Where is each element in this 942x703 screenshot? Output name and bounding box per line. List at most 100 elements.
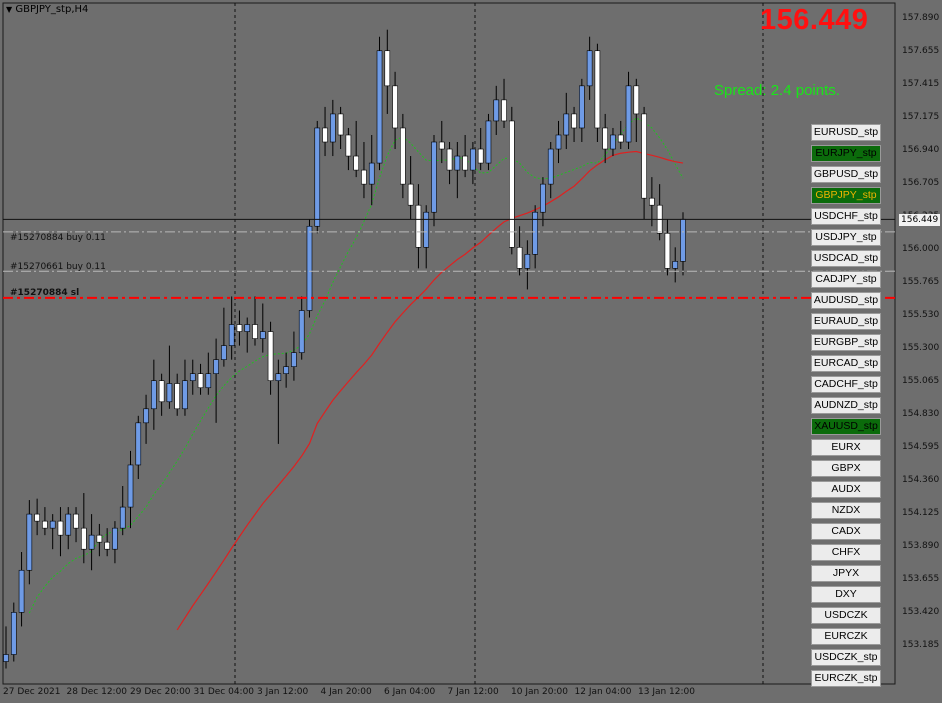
- symbol-button[interactable]: EURX: [811, 439, 881, 456]
- candle: [446, 142, 453, 185]
- candle: [174, 373, 180, 416]
- bull-candle-body: [579, 85, 585, 129]
- price-tick-label: 153.655: [902, 574, 940, 584]
- symbol-button[interactable]: EURAUD_stp: [811, 313, 881, 330]
- bear-candle-body: [400, 127, 406, 185]
- current-price-display: 156.449: [760, 4, 869, 36]
- symbol-button[interactable]: USDCAD_stp: [811, 250, 881, 267]
- symbol-button[interactable]: AUDUSD_stp: [811, 292, 881, 309]
- symbol-button[interactable]: AUDNZD_stp: [811, 397, 881, 414]
- price-tick-label: 154.595: [902, 442, 940, 452]
- time-tick-label: 4 Jan 20:00: [320, 687, 372, 697]
- candle: [73, 507, 79, 543]
- time-tick-label: 3 Jan 12:00: [257, 687, 309, 697]
- candle: [680, 212, 686, 276]
- bull-candle-body: [244, 324, 251, 332]
- bear-candle-body: [617, 134, 624, 143]
- symbol-button[interactable]: GBPJPY_stp: [811, 187, 881, 204]
- candle: [462, 134, 468, 178]
- candle: [275, 359, 282, 444]
- symbol-button[interactable]: EURUSD_stp: [811, 124, 881, 141]
- bull-candle-body: [26, 513, 33, 571]
- time-tick-label: 29 Dec 20:00: [130, 687, 191, 697]
- candle: [221, 307, 227, 367]
- candle: [182, 359, 188, 416]
- price-tick-label: 153.890: [902, 541, 940, 551]
- current-price-tag: 156.449: [899, 214, 940, 226]
- price-tick-label: 157.175: [902, 112, 940, 122]
- price-tick-label: 157.655: [902, 46, 940, 56]
- order-label-2: #15270661 buy 0.11: [10, 262, 106, 272]
- bull-candle-body: [555, 134, 562, 150]
- symbol-button[interactable]: USDCHF_stp: [811, 208, 881, 225]
- symbol-button[interactable]: DXY: [811, 586, 881, 603]
- candle: [10, 602, 17, 662]
- candle: [228, 296, 235, 360]
- bull-candle-body: [221, 345, 227, 360]
- bull-candle-body: [189, 373, 196, 382]
- symbol-button[interactable]: CADJPY_stp: [811, 271, 881, 288]
- bear-candle-body: [633, 85, 640, 115]
- price-tick-label: 154.830: [902, 409, 940, 419]
- collapse-arrow-icon[interactable]: ▼: [6, 5, 12, 14]
- symbol-button[interactable]: EURGBP_stp: [811, 334, 881, 351]
- bull-candle-body: [228, 324, 235, 346]
- candle: [547, 142, 554, 199]
- candle: [672, 247, 679, 283]
- candle: [602, 113, 608, 164]
- candle: [88, 514, 95, 571]
- symbol-button[interactable]: EURJPY_stp: [811, 145, 881, 162]
- candle: [392, 71, 398, 150]
- bear-candle-body: [158, 380, 165, 403]
- bull-candle-body: [625, 85, 632, 143]
- price-chart[interactable]: [0, 0, 942, 703]
- bull-candle-body: [3, 654, 9, 662]
- symbol-button[interactable]: CADCHF_stp: [811, 376, 881, 393]
- candle: [423, 205, 430, 269]
- bear-candle-body: [197, 373, 204, 389]
- symbol-button[interactable]: GBPUSD_stp: [811, 166, 881, 183]
- symbol-button[interactable]: USDCZK: [811, 607, 881, 624]
- chart-window[interactable]: ▼ GBPJPY_stp,H4 156.449 Spread: 2.4 poin…: [0, 0, 942, 703]
- candle: [345, 127, 352, 171]
- bull-candle-body: [431, 141, 437, 213]
- bull-candle-body: [376, 50, 383, 164]
- time-tick-label: 12 Jan 04:00: [574, 687, 632, 697]
- symbol-button[interactable]: JPYX: [811, 565, 881, 582]
- bull-candle-body: [182, 380, 188, 410]
- bear-candle-body: [509, 120, 515, 248]
- symbol-button[interactable]: GBPX: [811, 460, 881, 477]
- time-tick-label: 6 Jan 04:00: [384, 687, 436, 697]
- bear-candle-body: [337, 113, 344, 136]
- candle: [400, 113, 406, 199]
- symbol-button[interactable]: XAUUSD_stp: [811, 418, 881, 435]
- symbol-button[interactable]: AUDX: [811, 481, 881, 498]
- bear-candle-body: [57, 520, 64, 536]
- candle: [252, 296, 258, 346]
- candle: [135, 415, 142, 479]
- bull-candle-body: [672, 261, 679, 269]
- symbol-button[interactable]: USDCZK_stp: [811, 649, 881, 666]
- bull-candle-body: [127, 464, 134, 508]
- symbol-button[interactable]: USDJPY_stp: [811, 229, 881, 246]
- symbol-button[interactable]: CHFX: [811, 544, 881, 561]
- candle: [81, 493, 87, 564]
- symbol-button[interactable]: EURCAD_stp: [811, 355, 881, 372]
- symbol-button[interactable]: EURCZK_stp: [811, 670, 881, 687]
- bear-candle-body: [96, 534, 103, 543]
- bull-candle-body: [454, 155, 461, 171]
- bear-candle-body: [438, 141, 445, 150]
- symbol-button[interactable]: CADX: [811, 523, 881, 540]
- candle: [641, 106, 647, 220]
- candle: [306, 219, 313, 318]
- candle: [244, 317, 251, 353]
- candle: [119, 486, 126, 536]
- bull-candle-body: [610, 134, 616, 150]
- candle: [384, 29, 391, 114]
- candle: [516, 226, 523, 276]
- bull-candle-body: [291, 352, 297, 367]
- symbol-button[interactable]: EURCZK: [811, 628, 881, 645]
- symbol-button[interactable]: NZDX: [811, 502, 881, 519]
- candle: [65, 507, 72, 550]
- bull-candle-body: [547, 148, 554, 185]
